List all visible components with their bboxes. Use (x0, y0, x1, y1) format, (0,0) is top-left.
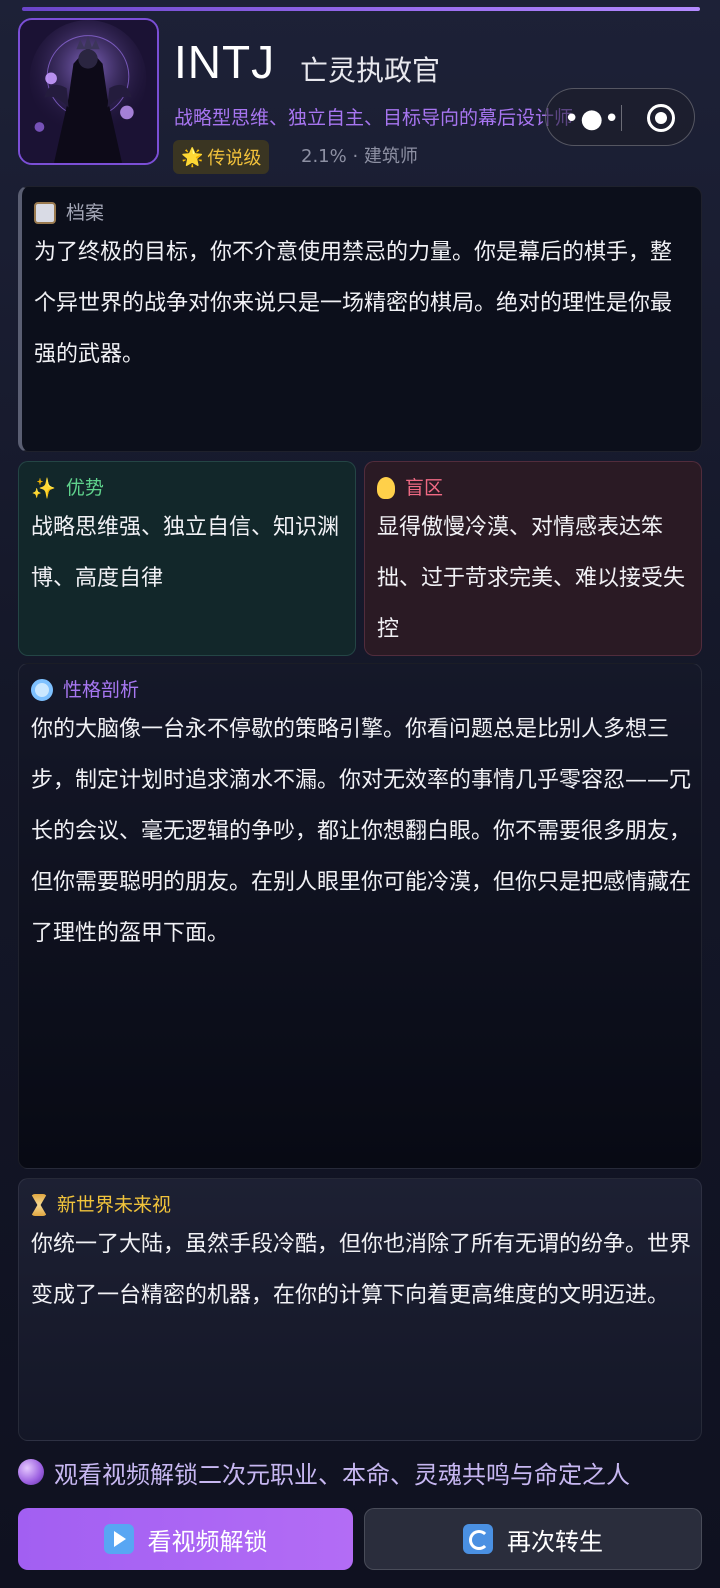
type-tagline: 战略型思维、独立自主、目标导向的幕后设计师 (174, 107, 574, 129)
blindspots-header: 盲区 (377, 474, 443, 502)
crystal-ball-icon (18, 1459, 44, 1485)
strengths-card: ✨ 优势 战略思维强、独立自信、知识渊博、高度自律 (18, 461, 356, 656)
type-name: 亡灵执政官 (300, 54, 441, 87)
reincarnate-button[interactable]: 再次转生 (364, 1508, 702, 1570)
clipboard-icon (34, 202, 56, 224)
archive-card: 档案 为了终极的目标，你不介意使用禁忌的力量。你是幕后的棋手，整个异世界的战争对… (18, 186, 702, 452)
type-code: INTJ (174, 36, 276, 88)
future-header: 新世界未来视 (31, 1191, 171, 1219)
future-title: 新世界未来视 (57, 1194, 172, 1216)
character-avatar (18, 18, 159, 165)
blindspots-text: 显得傲慢冷漠、对情感表达笨拙、过于苛求完美、难以接受失控 (377, 515, 686, 642)
blindspots-title: 盲区 (405, 477, 444, 499)
magnifier-icon (31, 679, 53, 701)
analysis-header: 性格剖析 (31, 676, 139, 704)
type-meta: 2.1% · 建筑师 (301, 146, 418, 167)
capsule-divider (621, 105, 622, 131)
unlock-hint: 观看视频解锁二次元职业、本命、灵魂共鸣与命定之人 (18, 1452, 702, 1492)
unlock-hint-text: 观看视频解锁二次元职业、本命、灵魂共鸣与命定之人 (54, 1460, 630, 1489)
analysis-card: 性格剖析 你的大脑像一台永不停歇的策略引擎。你看问题总是比别人多想三步，制定计划… (18, 663, 702, 1169)
close-target-icon[interactable] (647, 104, 675, 132)
more-dots-icon[interactable]: •●• (564, 104, 620, 134)
watch-video-label: 看视频解锁 (147, 1527, 268, 1556)
sparkles-icon: ✨ (31, 476, 56, 500)
refresh-icon (463, 1524, 493, 1554)
analysis-text: 你的大脑像一台永不停歇的策略引擎。你看问题总是比别人多想三步，制定计划时追求滴水… (31, 717, 692, 946)
play-icon (103, 1524, 134, 1554)
watch-video-unlock-button[interactable]: 看视频解锁 (18, 1508, 353, 1570)
result-header: INTJ 亡灵执政官 战略型思维、独立自主、目标导向的幕后设计师 •●• 🌟 传… (18, 18, 702, 174)
hourglass-icon (31, 1194, 47, 1216)
mini-program-capsule[interactable]: •●• (545, 88, 695, 146)
archive-header: 档案 (34, 199, 104, 227)
strengths-text: 战略思维强、独立自信、知识渊博、高度自律 (31, 515, 340, 591)
light-bulb-icon (377, 477, 395, 499)
blindspots-card: 盲区 显得傲慢冷漠、对情感表达笨拙、过于苛求完美、难以接受失控 (364, 461, 702, 656)
archive-text: 为了终极的目标，你不介意使用禁忌的力量。你是幕后的棋手，整个异世界的战争对你来说… (34, 240, 673, 367)
rarity-badge: 🌟 传说级 (173, 140, 270, 174)
top-progress-line (22, 7, 700, 11)
analysis-title: 性格剖析 (63, 679, 140, 701)
strengths-header: ✨ 优势 (31, 474, 104, 502)
future-text: 你统一了大陆，虽然手段冷酷，但你也消除了所有无谓的纷争。世界变成了一台精密的机器… (31, 1232, 692, 1308)
rarity-label: 传说级 (207, 148, 262, 169)
strengths-title: 优势 (65, 477, 104, 499)
reincarnate-label: 再次转生 (507, 1527, 603, 1556)
sun-sparkle-icon: 🌟 (181, 146, 204, 168)
archive-title: 档案 (66, 202, 105, 224)
future-card: 新世界未来视 你统一了大陆，虽然手段冷酷，但你也消除了所有无谓的纷争。世界变成了… (18, 1178, 702, 1441)
